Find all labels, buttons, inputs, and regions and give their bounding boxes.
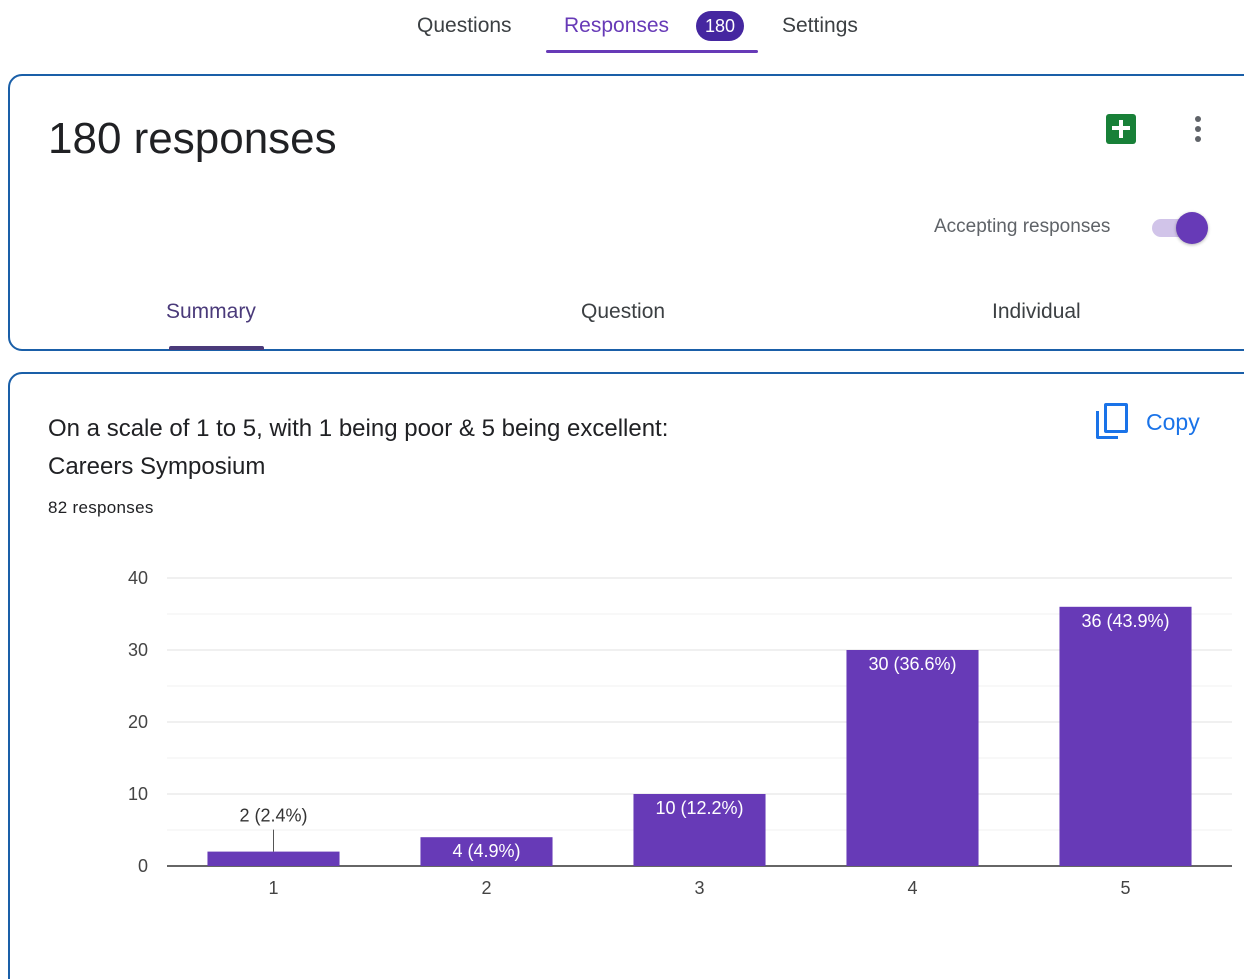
toggle-knob [1176,212,1208,244]
x-tick-label: 2 [481,878,491,898]
more-vert-icon[interactable] [1186,112,1210,146]
x-tick-label: 5 [1120,878,1130,898]
top-tabs: Questions Responses 180 Settings [0,0,1244,56]
bar-value-label: 2 (2.4%) [239,806,307,826]
responses-count-badge: 180 [696,11,744,41]
question-summary-card: On a scale of 1 to 5, with 1 being poor … [8,372,1244,979]
response-bar-chart: 0 10 20 30 40 2 (2.4%) 1 4 (4.9%) 2 10 (12.2%) 3 30… [128,568,1232,898]
y-tick-label: 40 [128,568,148,588]
google-sheets-icon[interactable] [1106,114,1136,144]
responses-header-card: 180 responses Accepting responses Summar… [8,74,1244,351]
x-tick-label: 4 [907,878,917,898]
active-tab-indicator [546,50,758,53]
y-tick-label: 20 [128,712,148,732]
responses-count-title: 180 responses [48,114,337,163]
bar-4 [846,650,979,866]
bar-5 [1059,606,1192,866]
tab-responses[interactable]: Responses [564,14,669,38]
bar-value-label: 30 (36.6%) [868,654,956,674]
tab-question[interactable]: Question [581,300,665,324]
bar-1 [207,851,340,866]
bar-value-label: 10 (12.2%) [655,798,743,818]
accepting-responses-label: Accepting responses [934,216,1111,237]
y-tick-label: 0 [138,856,148,876]
x-tick-label: 1 [268,878,278,898]
bar-value-label: 36 (43.9%) [1081,611,1169,631]
tab-summary[interactable]: Summary [166,300,256,324]
tab-settings[interactable]: Settings [782,14,858,38]
tab-questions[interactable]: Questions [417,14,512,38]
x-tick-label: 3 [694,878,704,898]
y-tick-label: 10 [128,784,148,804]
tab-individual[interactable]: Individual [992,300,1081,324]
y-tick-label: 30 [128,640,148,660]
accepting-responses-toggle[interactable] [1150,210,1214,246]
bar-value-label: 4 (4.9%) [452,841,520,861]
summary-tab-indicator [169,346,264,350]
